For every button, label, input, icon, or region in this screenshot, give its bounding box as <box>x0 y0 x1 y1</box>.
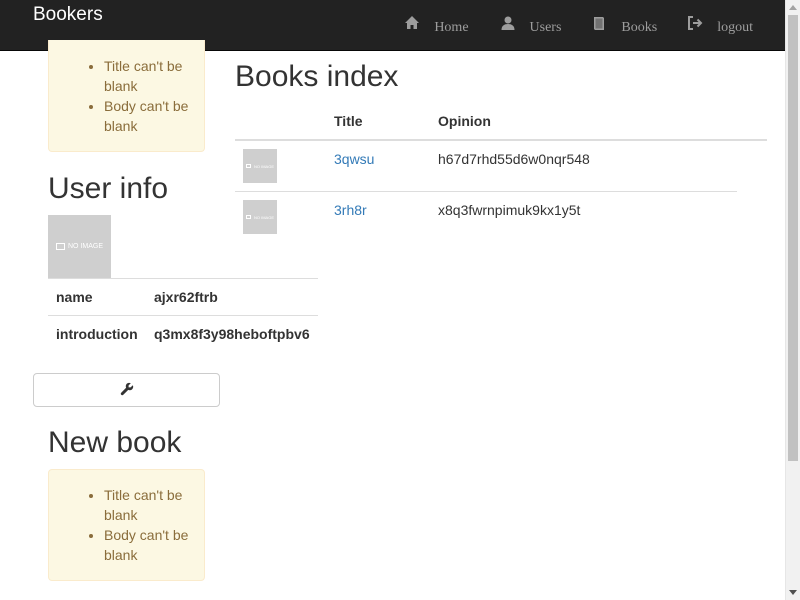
no-image-placeholder: NO IMAGE <box>245 164 274 169</box>
book-thumbnail[interactable]: NO IMAGE <box>243 200 277 234</box>
user-info-key: introduction <box>48 315 146 353</box>
user-info-table: name ajxr62ftrb introduction q3mx8f3y98h… <box>48 278 318 353</box>
table-row: name ajxr62ftrb <box>48 278 318 316</box>
error-item: Body can't be blank <box>104 525 196 565</box>
table-row: NO IMAGE 3rh8r x8q3fwrnpimuk9kx1y5t <box>235 192 737 243</box>
image-icon <box>55 243 65 250</box>
image-icon <box>245 215 251 219</box>
user-info-key: name <box>48 278 146 316</box>
scrollbar-thumb[interactable] <box>788 15 798 461</box>
wrench-icon <box>120 382 134 399</box>
column-header-title: Title <box>334 113 363 129</box>
user-info-value: q3mx8f3y98heboftpbv6 <box>146 315 318 353</box>
user-icon <box>500 15 516 31</box>
error-alert: Title can't be blank Body can't be blank <box>48 469 205 581</box>
nav-item-home[interactable]: Home <box>404 0 484 50</box>
avatar: NO IMAGE <box>48 215 111 278</box>
brand-link[interactable]: Bookers <box>33 4 103 26</box>
books-index-heading: Books index <box>235 60 399 93</box>
table-row: NO IMAGE 3qwsu h67d7rhd55d6w0nqr548 <box>235 141 737 192</box>
vertical-scrollbar[interactable] <box>785 0 800 600</box>
book-opinion: h67d7rhd55d6w0nqr548 <box>438 151 590 167</box>
logout-icon <box>687 15 703 31</box>
no-image-placeholder: NO IMAGE <box>245 215 274 220</box>
new-book-heading: New book <box>48 426 182 459</box>
image-icon <box>245 164 251 168</box>
book-thumbnail[interactable]: NO IMAGE <box>243 149 277 183</box>
error-list: Title can't be blank Body can't be blank <box>49 485 204 565</box>
nav-item-users[interactable]: Users <box>485 0 577 50</box>
books-table-header: Title Opinion <box>235 103 767 141</box>
home-icon <box>404 15 420 31</box>
nav-item-label: Users <box>529 19 562 35</box>
error-list: Title can't be blank Body can't be blank <box>49 56 204 136</box>
scroll-up-arrow[interactable] <box>789 5 797 10</box>
column-header-opinion: Opinion <box>438 113 491 129</box>
book-title-link[interactable]: 3qwsu <box>334 151 374 167</box>
user-info-value: ajxr62ftrb <box>146 278 318 316</box>
book-opinion: x8q3fwrnpimuk9kx1y5t <box>438 202 581 218</box>
scroll-down-arrow[interactable] <box>789 590 797 595</box>
nav-item-label: Books <box>621 19 658 35</box>
nav-item-logout[interactable]: logout <box>672 0 785 50</box>
error-item: Title can't be blank <box>104 485 196 525</box>
book-icon <box>591 15 607 31</box>
edit-profile-button[interactable] <box>33 373 220 407</box>
error-alert: Title can't be blank Body can't be blank <box>48 40 205 152</box>
book-title-link[interactable]: 3rh8r <box>334 202 367 218</box>
nav-item-label: logout <box>717 19 753 35</box>
error-item: Title can't be blank <box>104 56 196 96</box>
error-item: Body can't be blank <box>104 96 196 136</box>
nav-item-books[interactable]: Books <box>576 0 672 50</box>
nav-menu: Home Users Books logout <box>404 0 785 50</box>
nav-item-label: Home <box>434 19 469 35</box>
user-info-heading: User info <box>48 172 169 205</box>
no-image-placeholder: NO IMAGE <box>55 243 103 250</box>
table-row: introduction q3mx8f3y98heboftpbv6 <box>48 315 318 353</box>
